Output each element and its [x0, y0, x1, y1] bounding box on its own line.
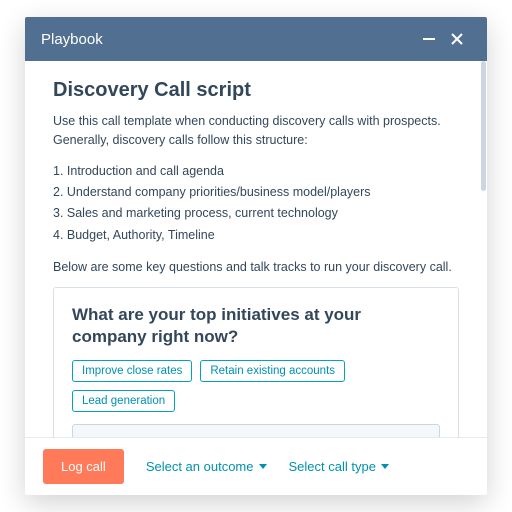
playbook-panel: Playbook Discovery Call script Use this …: [25, 17, 487, 495]
select-outcome-label: Select an outcome: [146, 459, 254, 474]
list-item: 1. Introduction and call agenda: [53, 161, 459, 182]
structure-list: 1. Introduction and call agenda 2. Under…: [53, 161, 459, 246]
log-call-button[interactable]: Log call: [43, 449, 124, 484]
content-scroll[interactable]: Discovery Call script Use this call temp…: [25, 61, 487, 437]
answer-textarea[interactable]: [72, 424, 440, 437]
titlebar-title: Playbook: [41, 31, 103, 48]
content-wrap: Discovery Call script Use this call temp…: [25, 61, 487, 437]
select-call-type-dropdown[interactable]: Select call type: [289, 459, 389, 474]
description: Use this call template when conducting d…: [53, 112, 459, 151]
list-item: 2. Understand company priorities/busines…: [53, 182, 459, 203]
select-call-type-label: Select call type: [289, 459, 376, 474]
chip-lead-generation[interactable]: Lead generation: [72, 390, 175, 412]
chevron-down-icon: [381, 464, 389, 469]
below-text: Below are some key questions and talk tr…: [53, 258, 459, 277]
close-button[interactable]: [443, 25, 471, 53]
footer: Log call Select an outcome Select call t…: [25, 437, 487, 495]
list-item: 3. Sales and marketing process, current …: [53, 203, 459, 224]
page-title: Discovery Call script: [53, 79, 459, 102]
chip-row: Improve close rates Retain existing acco…: [72, 360, 440, 412]
scrollbar-thumb[interactable]: [481, 61, 486, 191]
chip-improve-close-rates[interactable]: Improve close rates: [72, 360, 192, 382]
chevron-down-icon: [259, 464, 267, 469]
scrollbar-track[interactable]: [480, 61, 487, 437]
question-card: What are your top initiatives at your co…: [53, 287, 459, 437]
list-item: 4. Budget, Authority, Timeline: [53, 225, 459, 246]
minimize-icon: [422, 32, 436, 46]
chip-retain-accounts[interactable]: Retain existing accounts: [200, 360, 345, 382]
close-icon: [450, 32, 464, 46]
question-title: What are your top initiatives at your co…: [72, 304, 440, 348]
titlebar: Playbook: [25, 17, 487, 61]
select-outcome-dropdown[interactable]: Select an outcome: [146, 459, 267, 474]
minimize-button[interactable]: [415, 25, 443, 53]
